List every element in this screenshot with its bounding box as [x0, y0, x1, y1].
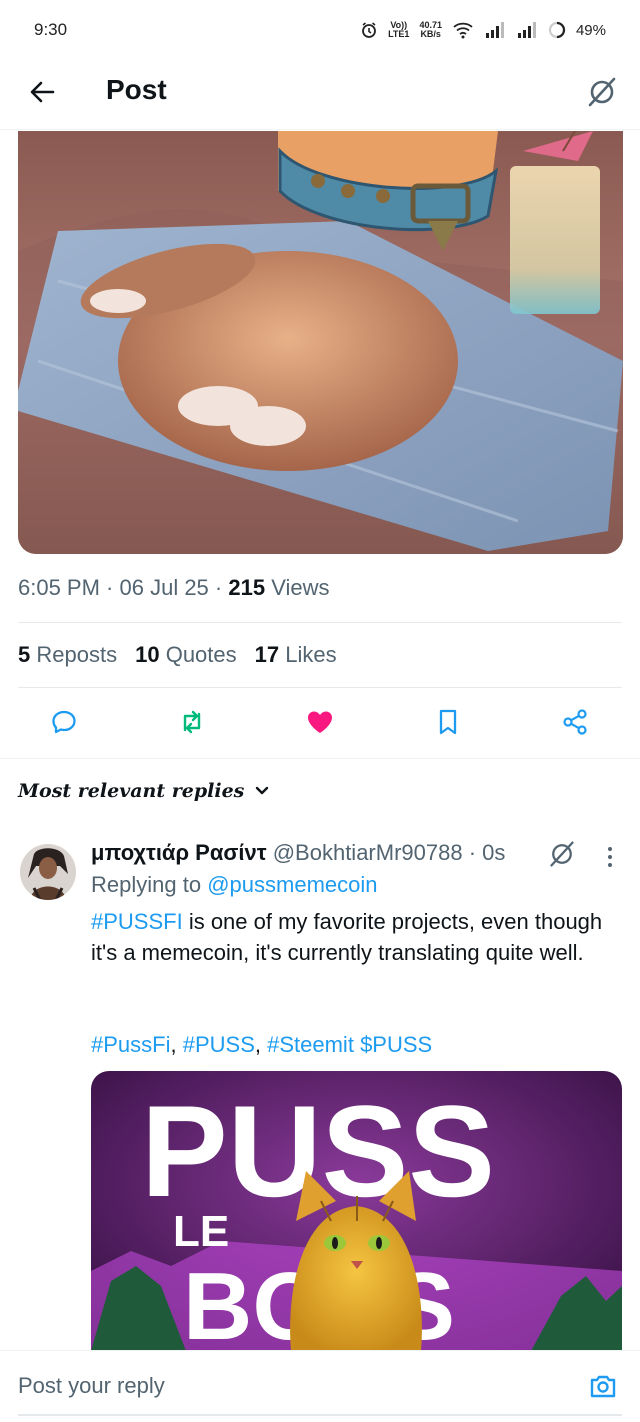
sort-label: Most relevant replies: [18, 780, 245, 802]
reply-time: 0s: [482, 840, 506, 865]
cashtag-link[interactable]: $PUSS: [360, 1032, 432, 1057]
bookmark-button[interactable]: [430, 704, 466, 740]
avatar-image: [20, 844, 76, 900]
repost-icon: [183, 710, 201, 734]
grok-icon: [588, 77, 616, 107]
quotes-stat[interactable]: 10 Quotes: [135, 642, 237, 668]
engagement-stats: 5 Reposts 10 Quotes 17 Likes: [18, 642, 337, 668]
post-image[interactable]: [18, 131, 623, 554]
share-icon: [563, 709, 587, 735]
status-bar: 9:30 Vo)) LTE1 40.71 KB/s 49%: [0, 0, 640, 60]
reply-header: μποχτιάρ Ρασίντ @BokhtiarMr90788 · 0s: [91, 840, 506, 865]
replying-to-link[interactable]: @pussmemecoin: [207, 872, 377, 897]
replying-prefix: Replying to: [91, 872, 202, 897]
reposts-stat[interactable]: 5 Reposts: [18, 642, 117, 668]
reply-author-handle[interactable]: @BokhtiarMr90788: [273, 840, 463, 865]
repost-button[interactable]: [174, 704, 210, 740]
network-speed: 40.71 KB/s: [419, 20, 442, 39]
post-timestamp: 6:05 PM · 06 Jul 25 · 215 Views: [18, 575, 330, 600]
reply-grok-button[interactable]: [548, 840, 578, 870]
divider: [0, 758, 640, 759]
hashtag-link[interactable]: #PUSS: [183, 1032, 255, 1057]
camera-button[interactable]: [588, 1371, 620, 1403]
divider: [18, 1414, 622, 1416]
reply-tags: #PussFi, #PUSS, #Steemit $PUSS: [91, 1032, 433, 1057]
battery-icon: [548, 21, 566, 39]
hashtag-link[interactable]: #Steemit: [267, 1032, 354, 1057]
divider: [18, 622, 622, 623]
back-button[interactable]: [26, 76, 58, 108]
avatar[interactable]: [20, 844, 76, 900]
post-date: 06 Jul 25: [119, 575, 209, 600]
signal-icon-1: [485, 22, 504, 38]
status-icons: Vo)) LTE1 40.71 KB/s 49%: [360, 21, 606, 39]
puss-le-boss-image: PUSS LE BOSS: [91, 1071, 622, 1351]
comment-icon: [52, 710, 76, 734]
share-button[interactable]: [557, 704, 593, 740]
page-title: Post: [106, 74, 167, 105]
more-options-button[interactable]: [600, 844, 620, 870]
reply-body: #PUSSFI is one of my favorite projects, …: [91, 906, 611, 968]
grok-icon: [550, 841, 574, 867]
reply-media[interactable]: PUSS LE BOSS: [91, 1071, 622, 1351]
grok-button[interactable]: [584, 74, 620, 110]
likes-stat[interactable]: 17 Likes: [255, 642, 337, 668]
reply-input[interactable]: [18, 1373, 518, 1399]
hashtag-link[interactable]: #PussFi: [91, 1032, 170, 1057]
divider: [18, 687, 622, 688]
hashtag-link[interactable]: #PUSSFI: [91, 909, 183, 934]
post-actions: [0, 700, 640, 746]
like-button[interactable]: [302, 704, 338, 740]
post-header: Post: [0, 60, 640, 130]
camera-icon: [590, 1375, 616, 1398]
reply-author-name[interactable]: μποχτιάρ Ρασίντ: [91, 840, 267, 865]
arrow-left-icon: [30, 81, 55, 103]
cat-beach-illustration: [18, 131, 623, 554]
status-time: 9:30: [34, 20, 68, 39]
replying-to: Replying to @pussmemecoin: [91, 872, 378, 898]
views-label: Views: [271, 575, 330, 600]
more-vertical-icon: [608, 847, 612, 867]
media-text-mid: LE: [173, 1207, 229, 1256]
volte-indicator: Vo)) LTE1: [388, 20, 410, 39]
bookmark-icon: [439, 709, 457, 735]
reply-composer: [0, 1350, 640, 1422]
post-time: 6:05 PM: [18, 575, 100, 600]
wifi-icon: [453, 22, 473, 39]
replies-sort-toggle[interactable]: Most relevant replies: [18, 780, 270, 802]
chevron-down-icon: [256, 786, 269, 795]
alarm-icon: [362, 22, 376, 38]
reply-button[interactable]: [46, 704, 82, 740]
views-count: 215: [228, 575, 266, 600]
signal-icon-2: [517, 22, 536, 38]
battery-level: 49%: [575, 21, 606, 39]
heart-filled-icon: [308, 711, 332, 733]
